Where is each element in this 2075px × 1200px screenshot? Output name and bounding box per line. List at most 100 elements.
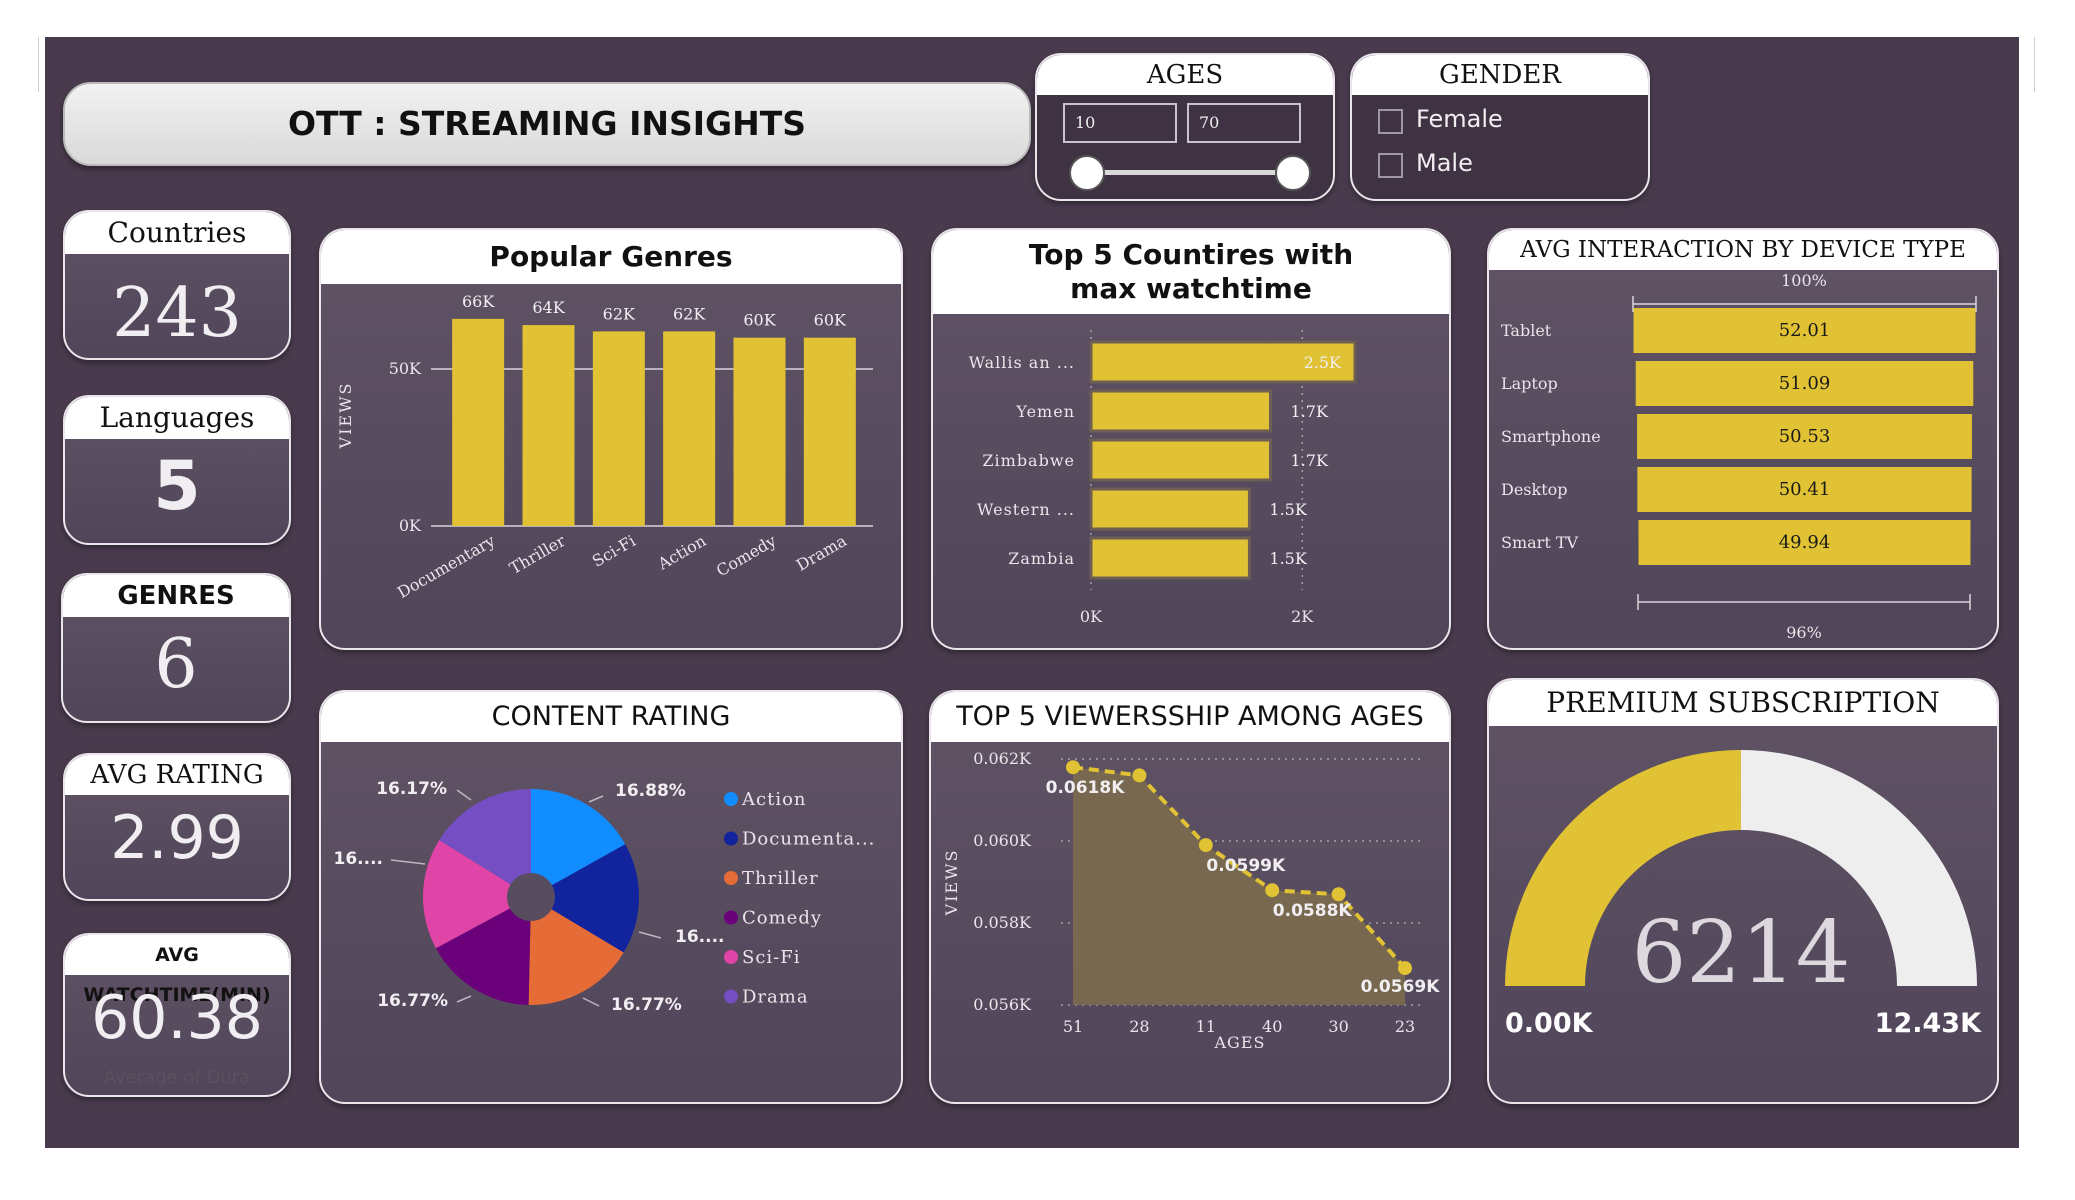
- y-tick-label: Wallis an ...: [969, 353, 1075, 372]
- data-label: 1.5K: [1269, 549, 1307, 568]
- ages-slicer-title: AGES: [1037, 55, 1333, 95]
- female-label: Female: [1416, 105, 1503, 133]
- data-label: 64K: [532, 298, 565, 317]
- ages-slicer: AGES 10 70: [1035, 53, 1335, 201]
- y-tick-label: 50K: [389, 359, 422, 378]
- x-tick-label: 30: [1328, 1017, 1348, 1036]
- legend-label: Comedy: [742, 908, 822, 929]
- x-tick-label: 23: [1395, 1017, 1415, 1036]
- x-tick-label: 0K: [1080, 607, 1103, 626]
- leader-line: [638, 931, 662, 939]
- data-point: [1198, 838, 1213, 853]
- premium-subscription-panel: PREMIUM SUBSCRIPTION 6214 0.00K 12.43K: [1487, 678, 1999, 1104]
- leader-line: [456, 995, 472, 1003]
- ages-max-input[interactable]: 70: [1187, 103, 1301, 143]
- area-fill: [1073, 767, 1405, 1005]
- ages-slider-min-handle[interactable]: [1069, 155, 1105, 191]
- ages-slider-track[interactable]: [1087, 170, 1297, 175]
- x-tick-label: Thriller: [506, 531, 569, 578]
- y-tick-label: Smart TV: [1501, 533, 1579, 552]
- bar: [803, 337, 856, 526]
- data-point: [1066, 760, 1080, 775]
- legend-swatch: [724, 831, 738, 846]
- kpi-avg-rating-label: AVG RATING: [65, 755, 289, 795]
- device-interaction-panel: AVG INTERACTION BY DEVICE TYPE 100% 96% 52…: [1487, 228, 1999, 650]
- bar: [733, 337, 786, 526]
- slice-label: 16....: [334, 849, 384, 869]
- content-rating-panel: CONTENT RATING 16.88% Action 16.... Documen…: [319, 690, 903, 1104]
- bar: [522, 325, 575, 526]
- kpi-languages-value: 5: [153, 447, 201, 526]
- viewership-ages-panel: TOP 5 VIEWERSSHIP AMONG AGES 0.056K 0.058…: [929, 690, 1451, 1104]
- gauge-value-label: 6214: [1632, 903, 1851, 1003]
- y-tick-label: 0.060K: [973, 831, 1032, 850]
- y-tick-label: Western ...: [977, 500, 1075, 519]
- y-tick-label: Tablet: [1501, 321, 1552, 340]
- data-point: [1265, 883, 1280, 898]
- legend-swatch: [724, 950, 738, 964]
- x-tick-label: Sci-Fi: [589, 531, 639, 571]
- premium-subscription-gauge: 6214 0.00K 12.43K: [1505, 750, 1982, 1039]
- y-tick-label: Smartphone: [1501, 427, 1601, 446]
- data-label: 2.5K: [1304, 353, 1342, 372]
- legend-swatch: [724, 792, 738, 806]
- kpi-avg-watchtime-caption: Average of Dura: [103, 1067, 251, 1088]
- kpi-countries-value: 243: [112, 274, 242, 353]
- ages-min-input[interactable]: 10: [1063, 103, 1177, 143]
- data-point: [1132, 768, 1147, 783]
- y-axis-label: VIEWS: [942, 849, 961, 917]
- content-rating-chart: 16.88% Action 16.... Documenta... 16.77% Thri…: [334, 779, 875, 1015]
- kpi-avg-watchtime-value: 60.38: [91, 983, 263, 1053]
- gender-slicer: GENDER Female Male: [1350, 53, 1650, 201]
- legend-label: Documenta...: [742, 829, 875, 850]
- kpi-avg-rating: AVG RATING 2.99: [63, 753, 291, 901]
- female-checkbox[interactable]: [1378, 109, 1403, 134]
- data-label: 62K: [603, 304, 636, 323]
- data-label: 60K: [743, 311, 776, 330]
- kpi-avg-watchtime: AVG WATCHTIME(MIN) 60.38 Average of Dura: [63, 933, 291, 1097]
- kpi-countries: Countries 243: [63, 210, 291, 360]
- gender-slicer-title: GENDER: [1352, 55, 1648, 95]
- top-countries-panel: Top 5 Countires with max watchtime 0K 2K W…: [931, 228, 1451, 650]
- kpi-countries-label: Countries: [65, 212, 289, 254]
- slice-label: 16.88%: [615, 781, 686, 801]
- y-tick-label: 0K: [399, 516, 422, 535]
- x-tick-label: 28: [1129, 1017, 1149, 1036]
- bottom-scale-label: 96%: [1786, 623, 1822, 642]
- kpi-languages: Languages 5: [63, 395, 291, 545]
- bar: [1089, 389, 1273, 433]
- x-tick-label: 40: [1262, 1017, 1282, 1036]
- popular-genres-panel: Popular Genres 50K 0K VIEWS 66K Documentary 6…: [319, 228, 903, 650]
- top-countries-chart: 0K 2K Wallis an ... 2.5K Yemen 1.7K Zimbabwe 1.…: [969, 330, 1357, 626]
- male-checkbox[interactable]: [1378, 153, 1403, 178]
- y-axis-label: VIEWS: [336, 382, 355, 450]
- data-point: [1398, 961, 1412, 976]
- gauge-max-label: 12.43K: [1875, 1008, 1982, 1039]
- leader-line: [456, 789, 472, 801]
- kpi-genres-value: 6: [154, 625, 198, 704]
- data-label: 50.41: [1779, 479, 1831, 500]
- data-label: 0.0618K: [1046, 778, 1126, 798]
- y-tick-label: Yemen: [1015, 402, 1075, 421]
- kpi-avg-rating-value: 2.99: [110, 803, 244, 873]
- kpi-avg-watchtime-label: AVG WATCHTIME(MIN): [65, 935, 289, 1006]
- leader-line: [390, 859, 426, 865]
- bar: [592, 331, 645, 526]
- ages-slider-max-handle[interactable]: [1275, 155, 1311, 191]
- slice-label: 16.77%: [611, 995, 682, 1015]
- data-label: 0.0599K: [1206, 856, 1286, 876]
- y-tick-label: 0.056K: [973, 995, 1032, 1014]
- bar: [1089, 487, 1251, 531]
- slice-label: 16.77%: [377, 991, 448, 1011]
- x-tick-label: 2K: [1291, 607, 1314, 626]
- x-tick-label: Action: [654, 531, 709, 574]
- x-tick-label: Comedy: [713, 531, 779, 580]
- x-axis-label: AGES: [1214, 1033, 1266, 1052]
- viewership-ages-chart: 0.056K 0.058K 0.060K 0.062K VIEWS AGES 51 0.061…: [942, 749, 1441, 1052]
- data-label: 0.0569K: [1361, 977, 1441, 997]
- bar: [1089, 536, 1251, 580]
- ages-min-value: 10: [1075, 113, 1096, 132]
- title-bar: OTT : STREAMING INSIGHTS: [63, 82, 1031, 166]
- x-tick-label: 11: [1196, 1017, 1216, 1036]
- legend-swatch: [724, 989, 738, 1004]
